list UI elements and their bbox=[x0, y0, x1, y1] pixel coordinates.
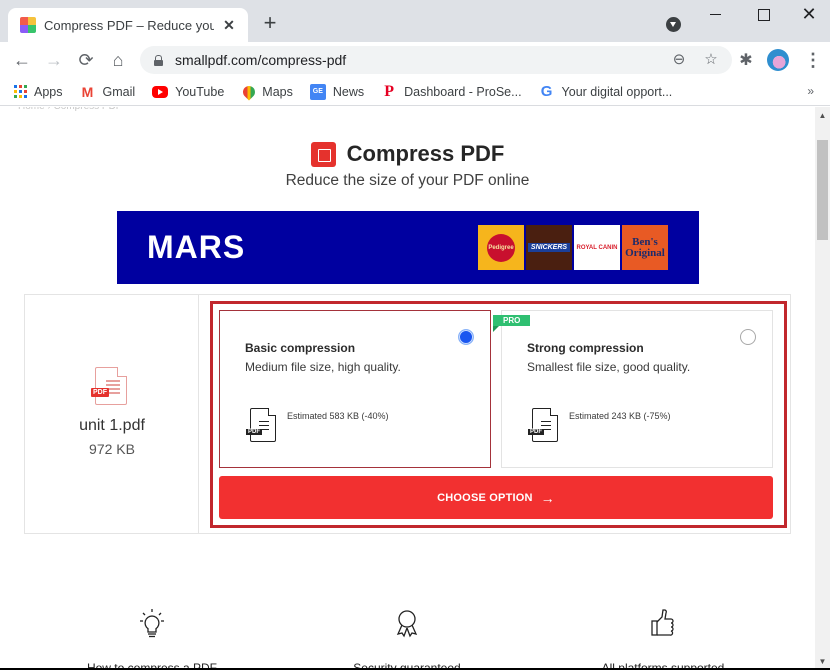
bookmark-label: YouTube bbox=[175, 84, 225, 99]
ad-logo-royal-canin: ROYAL CANIN bbox=[574, 225, 620, 270]
bookmark-label: News bbox=[332, 84, 365, 99]
pinterest-icon: P bbox=[384, 82, 395, 100]
window-minimize-button[interactable] bbox=[696, 2, 736, 26]
window-maximize-button[interactable] bbox=[743, 2, 783, 26]
features-row: How to compress a PDF Security guarantee… bbox=[0, 607, 815, 670]
option-strong-compression[interactable]: Strong compression Smallest file size, g… bbox=[501, 310, 773, 468]
browser-tab-active[interactable]: Compress PDF – Reduce your PDF ✕ bbox=[8, 8, 248, 42]
news-icon: GE bbox=[309, 83, 326, 100]
browser-toolbar: ← → ⟳ ⌂ smallpdf.com/compress-pdf ⊖ ☆ ✱ … bbox=[0, 42, 830, 78]
google-icon: G bbox=[540, 82, 553, 100]
uploaded-file-panel: PDF unit 1.pdf 972 KB bbox=[25, 295, 199, 533]
media-control-icon[interactable] bbox=[666, 17, 681, 32]
feature-how-to[interactable]: How to compress a PDF bbox=[32, 607, 272, 670]
bookmark-label: Your digital opport... bbox=[561, 84, 673, 99]
pdf-tag: PDF bbox=[91, 388, 109, 397]
bookmark-news[interactable]: GE News bbox=[309, 83, 365, 100]
breadcrumb[interactable]: Home › Compress PDF bbox=[18, 107, 122, 112]
choose-option-button[interactable]: CHOOSE OPTION → bbox=[219, 476, 773, 519]
tab-close-icon[interactable]: ✕ bbox=[220, 16, 238, 34]
compress-tool-icon bbox=[310, 141, 336, 167]
bookmarks-bar: Apps M Gmail YouTube Maps GE News P Dash… bbox=[0, 78, 830, 106]
option-description: Smallest file size, good quality. bbox=[527, 360, 691, 374]
pdf-tag: PDF bbox=[246, 429, 262, 435]
pro-badge: PRO bbox=[493, 315, 531, 332]
thumbs-up-icon bbox=[651, 609, 674, 636]
bookmark-digital-opportunity[interactable]: G Your digital opport... bbox=[539, 82, 673, 100]
bookmark-dashboard[interactable]: P Dashboard - ProSe... bbox=[381, 82, 522, 100]
page-content: Home › Compress PDF Compress PDF Reduce … bbox=[0, 107, 815, 670]
extensions-puzzle-icon[interactable]: ✱ bbox=[736, 50, 756, 70]
ad-logo-bens-original: Ben's Original bbox=[622, 225, 668, 270]
ad-logo-pedigree: Pedigree bbox=[478, 225, 524, 270]
bookmark-label: Gmail bbox=[102, 84, 136, 99]
lock-icon[interactable] bbox=[154, 54, 163, 66]
arrow-right-icon: → bbox=[540, 489, 555, 506]
profile-avatar[interactable] bbox=[767, 49, 789, 71]
scroll-up-arrow-icon[interactable]: ▲ bbox=[815, 107, 830, 124]
page-scrollbar[interactable]: ▲ ▼ bbox=[815, 107, 830, 670]
new-tab-button[interactable]: + bbox=[258, 12, 282, 36]
bookmark-maps[interactable]: Maps bbox=[240, 83, 293, 100]
browser-menu-icon[interactable]: ⋮ bbox=[804, 48, 822, 72]
bookmark-apps[interactable]: Apps bbox=[14, 85, 63, 99]
pdf-file-icon: PDF bbox=[91, 367, 127, 405]
compress-tool-panel: PDF unit 1.pdf 972 KB Basic compression … bbox=[24, 294, 791, 534]
title-row: Compress PDF bbox=[0, 141, 815, 167]
page-subtitle: Reduce the size of your PDF online bbox=[285, 172, 530, 189]
bookmark-label: Dashboard - ProSe... bbox=[404, 84, 522, 99]
pdf-document-icon: PDF bbox=[528, 408, 558, 442]
apps-icon bbox=[14, 85, 27, 98]
bookmark-youtube[interactable]: YouTube bbox=[152, 85, 224, 99]
option-estimate: Estimated 583 KB (-40%) bbox=[287, 411, 389, 421]
reload-button[interactable]: ⟳ bbox=[72, 46, 100, 74]
bookmarks-overflow-icon[interactable]: » bbox=[807, 84, 814, 98]
option-basic-compression[interactable]: Basic compression Medium file size, high… bbox=[219, 310, 491, 468]
ad-logo-text: SNICKERS bbox=[527, 243, 571, 252]
pdf-tag: PDF bbox=[528, 429, 544, 435]
choose-option-label: CHOOSE OPTION bbox=[437, 491, 533, 504]
zoom-out-icon[interactable]: ⊖ bbox=[668, 49, 690, 71]
option-description: Medium file size, high quality. bbox=[245, 360, 401, 374]
bookmark-star-icon[interactable]: ☆ bbox=[700, 49, 722, 71]
radio-strong-compression[interactable] bbox=[740, 329, 756, 345]
option-title: Strong compression bbox=[527, 341, 644, 355]
gmail-icon: M bbox=[81, 83, 94, 100]
tab-strip: Compress PDF – Reduce your PDF ✕ + ✕ bbox=[0, 0, 830, 42]
forward-button[interactable]: → bbox=[40, 46, 68, 74]
smallpdf-favicon-icon bbox=[20, 17, 36, 33]
maps-icon bbox=[240, 83, 258, 100]
back-button[interactable]: ← bbox=[8, 46, 36, 74]
ad-brand-logo: MARS bbox=[147, 229, 246, 265]
compression-options: Basic compression Medium file size, high… bbox=[210, 301, 787, 528]
scrollbar-thumb[interactable] bbox=[817, 140, 828, 240]
file-size: 972 KB bbox=[89, 441, 135, 457]
address-bar[interactable]: smallpdf.com/compress-pdf ⊖ ☆ bbox=[140, 46, 732, 74]
bookmark-gmail[interactable]: M Gmail bbox=[80, 84, 136, 100]
radio-basic-compression[interactable] bbox=[458, 329, 474, 345]
option-estimate: Estimated 243 KB (-75%) bbox=[569, 411, 671, 421]
youtube-icon bbox=[152, 85, 169, 98]
lightbulb-icon bbox=[140, 609, 164, 638]
tab-title: Compress PDF – Reduce your PDF bbox=[44, 17, 214, 33]
option-title: Basic compression bbox=[245, 341, 356, 355]
window-close-button[interactable]: ✕ bbox=[789, 2, 829, 26]
ad-logo-text: Pedigree bbox=[487, 233, 515, 262]
bookmark-label: Apps bbox=[34, 84, 63, 99]
home-button[interactable]: ⌂ bbox=[104, 46, 132, 74]
award-ribbon-icon bbox=[396, 610, 418, 638]
page-title: Compress PDF bbox=[346, 141, 505, 166]
pdf-document-icon: PDF bbox=[246, 408, 276, 442]
feature-security[interactable]: Security guaranteed bbox=[287, 607, 527, 670]
feature-platforms[interactable]: All platforms supported bbox=[543, 607, 783, 670]
ad-logo-snickers: SNICKERS bbox=[526, 225, 572, 270]
advertisement-banner[interactable]: MARS Pedigree SNICKERS ROYAL CANIN Ben's… bbox=[117, 211, 699, 284]
file-name: unit 1.pdf bbox=[79, 417, 145, 434]
bookmark-label: Maps bbox=[262, 84, 293, 99]
url-text[interactable]: smallpdf.com/compress-pdf bbox=[175, 52, 668, 68]
